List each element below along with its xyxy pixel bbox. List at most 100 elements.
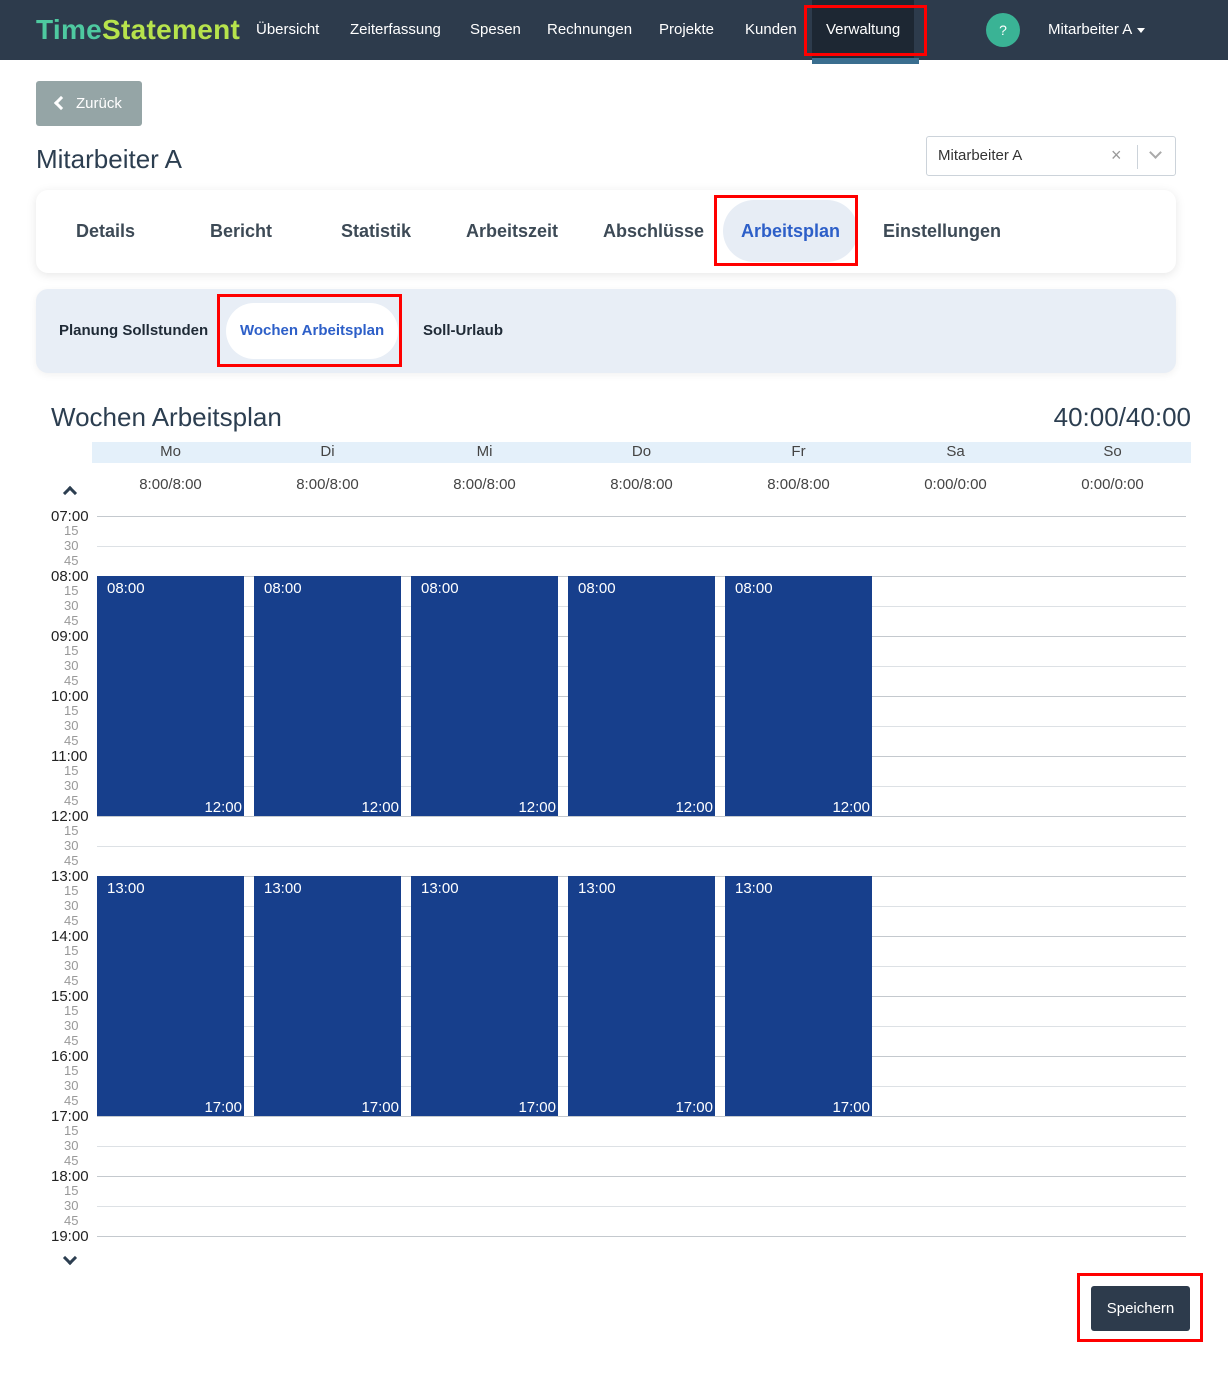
tab-arbeitsplan[interactable]: Arbeitsplan (723, 200, 859, 262)
back-button[interactable]: Zurück (36, 81, 142, 126)
subtab-wochen-arbeitsplan[interactable]: Wochen Arbeitsplan (226, 303, 399, 359)
tab-statistik[interactable]: Statistik (341, 200, 411, 262)
block-end-time: 17:00 (675, 1099, 713, 1116)
quarter-label: 45 (64, 793, 79, 808)
main-tabs-card: Details Bericht Statistik Arbeitszeit Ab… (36, 190, 1176, 273)
hour-label: 15:00 (51, 988, 89, 1005)
block-end-time: 12:00 (675, 799, 713, 816)
quarter-label: 30 (64, 538, 79, 553)
work-block-fr[interactable]: 08:00 12:00 (725, 576, 872, 816)
scroll-down-icon[interactable] (62, 1250, 78, 1266)
block-start-time: 08:00 (421, 580, 459, 597)
work-block-do[interactable]: 13:00 17:00 (568, 876, 715, 1116)
caret-down-icon (1137, 27, 1146, 33)
hour-label: 16:00 (51, 1048, 89, 1065)
hour-grid-line (97, 816, 1186, 817)
quarter-label: 30 (64, 958, 79, 973)
quarter-label: 30 (64, 658, 79, 673)
day-header-di: Di (320, 443, 335, 460)
nav-active-indicator (812, 58, 919, 64)
hour-grid-line (97, 1176, 1186, 1177)
user-menu[interactable]: Mitarbeiter A (1048, 0, 1146, 60)
help-icon[interactable]: ? (986, 13, 1020, 47)
day-header-so: So (1103, 443, 1122, 460)
day-hours-so: 0:00/0:00 (1081, 476, 1144, 493)
block-start-time: 08:00 (107, 580, 145, 597)
work-block-do[interactable]: 08:00 12:00 (568, 576, 715, 816)
block-end-time: 17:00 (204, 1099, 242, 1116)
scroll-up-icon[interactable] (62, 485, 78, 501)
employee-select[interactable]: Mitarbeiter A × (926, 136, 1176, 176)
block-end-time: 17:00 (518, 1099, 556, 1116)
half-hour-grid-line (97, 846, 1186, 847)
work-block-mo[interactable]: 13:00 17:00 (97, 876, 244, 1116)
nav-item-zeiterfassung[interactable]: Zeiterfassung (350, 0, 441, 60)
page-title: Mitarbeiter A (36, 144, 182, 174)
quarter-label: 45 (64, 673, 79, 688)
day-header-fr: Fr (791, 443, 806, 460)
half-hour-grid-line (97, 1206, 1186, 1207)
quarter-label: 15 (64, 583, 79, 598)
work-block-di[interactable]: 13:00 17:00 (254, 876, 401, 1116)
day-hours-sa: 0:00/0:00 (924, 476, 987, 493)
tab-arbeitszeit[interactable]: Arbeitszeit (466, 200, 558, 262)
work-block-mo[interactable]: 08:00 12:00 (97, 576, 244, 816)
quarter-label: 15 (64, 1003, 79, 1018)
block-start-time: 08:00 (264, 580, 302, 597)
brand-logo[interactable]: TimeStatement (36, 14, 240, 46)
quarter-label: 15 (64, 823, 79, 838)
back-button-label: Zurück (76, 95, 122, 112)
work-block-mi[interactable]: 08:00 12:00 (411, 576, 558, 816)
clear-icon[interactable]: × (1111, 145, 1122, 166)
quarter-label: 30 (64, 1078, 79, 1093)
tab-abschluesse[interactable]: Abschlüsse (603, 200, 704, 262)
quarter-label: 45 (64, 553, 79, 568)
save-button[interactable]: Speichern (1091, 1286, 1190, 1331)
block-end-time: 17:00 (832, 1099, 870, 1116)
block-end-time: 12:00 (832, 799, 870, 816)
hour-label: 14:00 (51, 928, 89, 945)
nav-item-uebersicht[interactable]: Übersicht (256, 0, 319, 60)
nav-item-rechnungen[interactable]: Rechnungen (547, 0, 632, 60)
nav-item-verwaltung[interactable]: Verwaltung (812, 0, 915, 60)
tab-einstellungen[interactable]: Einstellungen (883, 200, 1001, 262)
half-hour-grid-line (97, 1146, 1186, 1147)
quarter-label: 45 (64, 1033, 79, 1048)
quarter-label: 30 (64, 718, 79, 733)
subtab-soll-urlaub[interactable]: Soll-Urlaub (423, 303, 503, 359)
quarter-label: 15 (64, 943, 79, 958)
hour-label: 07:00 (51, 508, 89, 525)
schedule-title: Wochen Arbeitsplan (51, 402, 282, 432)
block-end-time: 17:00 (361, 1099, 399, 1116)
chevron-left-icon (53, 95, 69, 111)
nav-item-projekte[interactable]: Projekte (659, 0, 714, 60)
block-start-time: 13:00 (735, 880, 773, 897)
block-start-time: 08:00 (578, 580, 616, 597)
quarter-label: 30 (64, 778, 79, 793)
quarter-label: 45 (64, 1093, 79, 1108)
subtab-planung-sollstunden[interactable]: Planung Sollstunden (59, 303, 208, 359)
quarter-label: 30 (64, 1138, 79, 1153)
chevron-down-icon[interactable] (1149, 146, 1162, 159)
tab-details[interactable]: Details (76, 200, 135, 262)
day-hours-fr: 8:00/8:00 (767, 476, 830, 493)
block-end-time: 12:00 (361, 799, 399, 816)
hour-label: 18:00 (51, 1168, 89, 1185)
work-block-di[interactable]: 08:00 12:00 (254, 576, 401, 816)
nav-item-kunden[interactable]: Kunden (745, 0, 797, 60)
quarter-label: 45 (64, 913, 79, 928)
brand-part-time: Time (36, 14, 103, 45)
hour-label: 12:00 (51, 808, 89, 825)
nav-item-spesen[interactable]: Spesen (470, 0, 521, 60)
tab-bericht[interactable]: Bericht (210, 200, 272, 262)
work-block-mi[interactable]: 13:00 17:00 (411, 876, 558, 1116)
quarter-label: 30 (64, 598, 79, 613)
top-navbar: TimeStatement Übersicht Zeiterfassung Sp… (0, 0, 1228, 64)
quarter-label: 45 (64, 1213, 79, 1228)
quarter-label: 45 (64, 1153, 79, 1168)
user-menu-label: Mitarbeiter A (1048, 21, 1133, 38)
quarter-label: 15 (64, 883, 79, 898)
block-start-time: 13:00 (421, 880, 459, 897)
work-block-fr[interactable]: 13:00 17:00 (725, 876, 872, 1116)
day-header-do: Do (631, 443, 652, 460)
